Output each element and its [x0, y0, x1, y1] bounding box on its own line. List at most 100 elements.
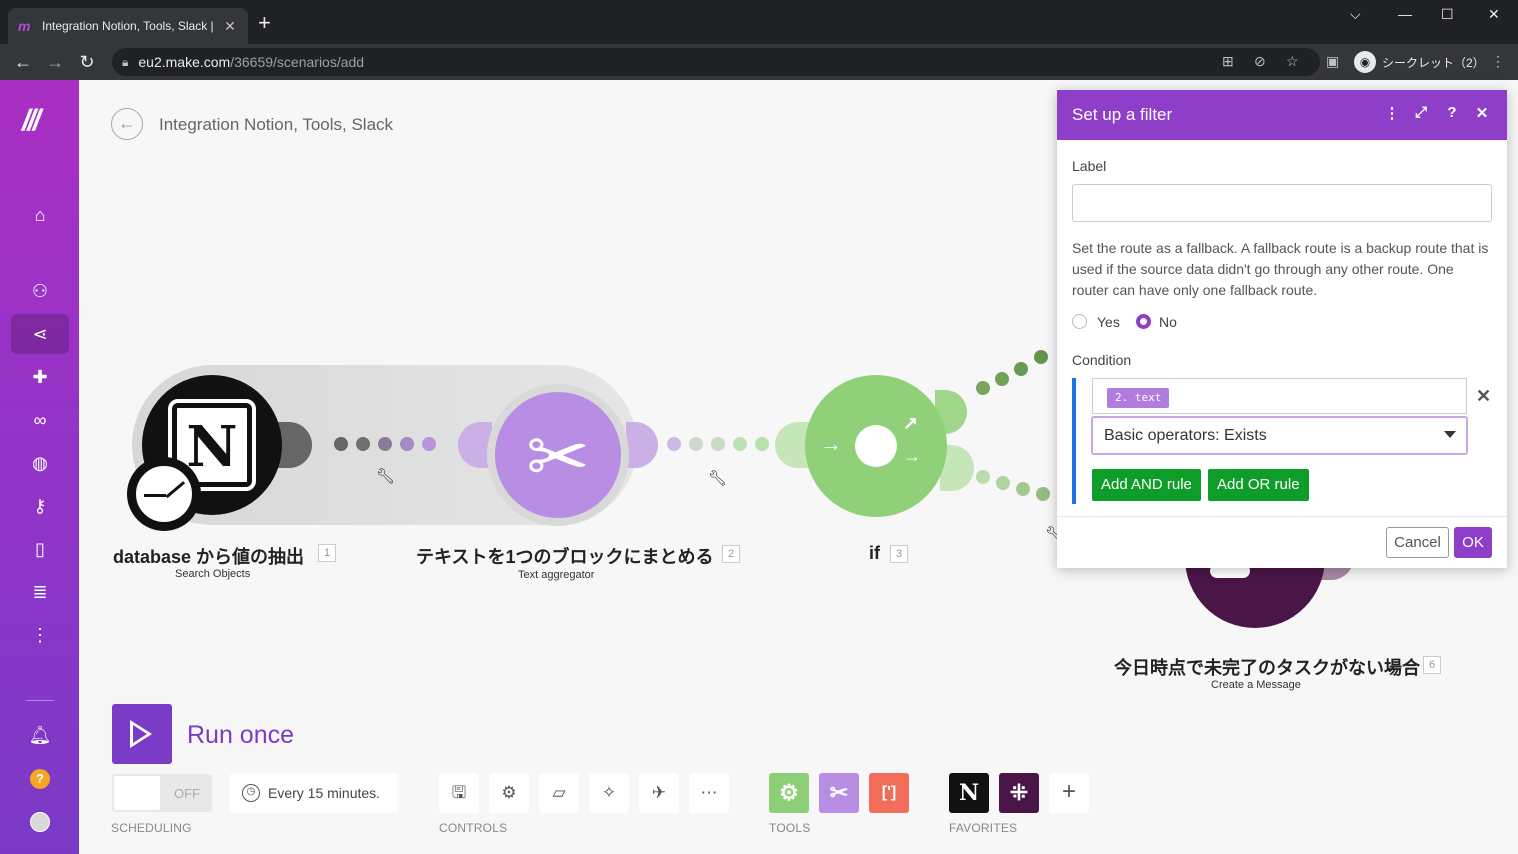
flow-control-icon[interactable]: ⚙ — [769, 773, 809, 813]
router-in-arrow-icon: → — [820, 431, 842, 456]
user-avatar[interactable] — [30, 812, 50, 832]
save-icon[interactable]: 🖫 — [439, 773, 479, 813]
mapped-value-pill[interactable]: 2. text — [1107, 388, 1170, 408]
make-logo-icon[interactable]: /// — [22, 104, 41, 138]
tracking-protection-icon[interactable]: ⊘ — [1254, 53, 1266, 70]
close-tab-icon[interactable]: ✕ — [222, 18, 238, 35]
incognito-profile[interactable]: ◉ シークレット（2） — [1354, 50, 1485, 74]
ok-button[interactable]: OK — [1454, 527, 1492, 558]
tools-icon[interactable]: ✂ — [819, 773, 859, 813]
new-tab-button[interactable]: + — [258, 12, 271, 34]
module-subtitle: Text aggregator — [518, 569, 595, 581]
clock-icon: ◷ — [242, 784, 260, 802]
connection-dot — [334, 437, 348, 451]
module-title[interactable]: テキストを1つのブロックにまとめる — [416, 543, 713, 569]
fallback-no-label[interactable]: No — [1159, 314, 1177, 330]
tab-search-icon[interactable]: ⌵ — [1350, 6, 1361, 23]
make-app: /// ⌂ ⚇ ⋖ ✚ ∞ ◍ ⚷ ▯ ≣ ⋮ 🔔︎ ? ← Integrati… — [0, 80, 1518, 854]
router-center — [855, 425, 897, 467]
schedule-text: Every 15 minutes. — [268, 785, 381, 801]
connection-dot — [689, 437, 703, 451]
incognito-icon: ◉ — [1354, 51, 1376, 73]
run-once-label[interactable]: Run once — [187, 721, 294, 750]
maximize-button[interactable]: ☐ — [1441, 6, 1454, 23]
slack-icon[interactable]: ⁜ — [999, 773, 1039, 813]
back-icon[interactable]: ← — [12, 51, 34, 73]
address-bar[interactable]: 🔒︎ eu2.make.com /36659/scenarios/add — [112, 48, 1320, 76]
browser-tab[interactable]: m Integration Notion, Tools, Slack | ✕ — [8, 8, 248, 44]
settings-icon[interactable]: ⚙ — [489, 773, 529, 813]
notes-icon[interactable]: ▱ — [539, 773, 579, 813]
bookmark-star-icon[interactable]: ☆ — [1286, 53, 1299, 70]
more-icon[interactable]: ⋯ — [689, 773, 729, 813]
minimize-button[interactable]: — — [1398, 6, 1412, 22]
auto-align-icon[interactable]: ✧ — [589, 773, 629, 813]
scenarios-icon[interactable]: ⋖ — [11, 314, 69, 354]
help-icon[interactable]: ? — [1442, 104, 1462, 121]
chevron-down-icon — [1444, 431, 1456, 438]
forward-icon[interactable]: → — [44, 51, 66, 73]
module-number: 2 — [722, 545, 740, 563]
connection-dot — [422, 437, 436, 451]
add-or-rule-button[interactable]: Add OR rule — [1208, 469, 1309, 501]
module-title[interactable]: database から値の抽出 — [113, 543, 304, 569]
keys-icon[interactable]: ⚷ — [20, 486, 60, 526]
toggle-knob — [114, 776, 160, 810]
module-connector — [626, 422, 658, 468]
schedule-setting[interactable]: ◷ Every 15 minutes. — [230, 773, 398, 813]
webhooks-globe-icon[interactable]: ◍ — [20, 443, 60, 483]
delete-condition-icon[interactable]: ✕ — [1476, 386, 1491, 407]
fallback-no-radio[interactable] — [1136, 314, 1151, 329]
add-favorite-button[interactable]: + — [1049, 773, 1089, 813]
connection-dot — [400, 437, 414, 451]
expand-icon[interactable]: ⤢ — [1411, 104, 1431, 121]
templates-puzzle-icon[interactable]: ✚ — [20, 357, 60, 397]
url-host: eu2.make.com — [138, 54, 231, 70]
cancel-button[interactable]: Cancel — [1386, 527, 1449, 558]
connection-dot — [1014, 362, 1028, 376]
clock-face — [133, 463, 195, 525]
translate-icon[interactable]: ⊞ — [1222, 53, 1234, 70]
condition-label: Condition — [1072, 352, 1132, 368]
module-title[interactable]: if — [869, 543, 880, 564]
route-wrench-icon[interactable]: 🔧︎ — [376, 467, 395, 485]
notifications-bell-icon[interactable]: 🔔︎ — [20, 715, 60, 755]
notion-icon[interactable]: N — [949, 773, 989, 813]
tab-title: Integration Notion, Tools, Slack | — [42, 19, 214, 33]
connections-link-icon[interactable]: ∞ — [20, 400, 60, 440]
condition-group-bar — [1072, 378, 1076, 504]
back-arrow-icon[interactable]: ← — [111, 108, 143, 140]
connection-dot — [995, 372, 1009, 386]
devices-icon[interactable]: ▯ — [20, 529, 60, 569]
tools-icon: ✂ — [526, 415, 590, 500]
module-connector — [775, 422, 809, 468]
url-path: /36659/scenarios/add — [230, 54, 365, 70]
sidebar: /// ⌂ ⚇ ⋖ ✚ ∞ ◍ ⚷ ▯ ≣ ⋮ 🔔︎ ? — [0, 80, 79, 854]
scheduling-label: SCHEDULING — [111, 821, 192, 835]
module-title[interactable]: 今日時点で未完了のタスクがない場合 — [1114, 654, 1420, 680]
operator-select[interactable]: Basic operators: Exists — [1091, 416, 1468, 455]
label-input[interactable] — [1072, 184, 1492, 222]
team-icon[interactable]: ⚇ — [20, 271, 60, 311]
text-parser-icon[interactable]: ['] — [869, 773, 909, 813]
module-number: 1 — [318, 544, 336, 562]
browser-tabbar: m Integration Notion, Tools, Slack | ✕ +… — [0, 0, 1518, 44]
close-window-button[interactable]: ✕ — [1488, 6, 1500, 23]
fallback-yes-label[interactable]: Yes — [1097, 314, 1120, 330]
add-and-rule-button[interactable]: Add AND rule — [1092, 469, 1201, 501]
browser-menu-icon[interactable]: ⋮ — [1491, 53, 1505, 70]
connection-dot — [667, 437, 681, 451]
scenario-title: Integration Notion, Tools, Slack — [159, 115, 394, 134]
side-panel-icon[interactable]: ▣ — [1326, 53, 1339, 70]
more-vertical-icon[interactable]: ⋮ — [20, 615, 60, 655]
connection-dot — [976, 470, 990, 484]
fallback-yes-radio[interactable] — [1072, 314, 1087, 329]
home-icon[interactable]: ⌂ — [20, 195, 60, 235]
explain-flow-icon[interactable]: ✈ — [639, 773, 679, 813]
dialog-menu-icon[interactable]: ⋮ — [1382, 104, 1402, 122]
help-icon[interactable]: ? — [30, 769, 50, 789]
data-stores-icon[interactable]: ≣ — [20, 572, 60, 612]
reload-icon[interactable]: ↻ — [76, 51, 98, 73]
close-icon[interactable]: ✕ — [1472, 104, 1492, 122]
route-wrench-icon[interactable]: 🔧︎ — [708, 469, 727, 487]
